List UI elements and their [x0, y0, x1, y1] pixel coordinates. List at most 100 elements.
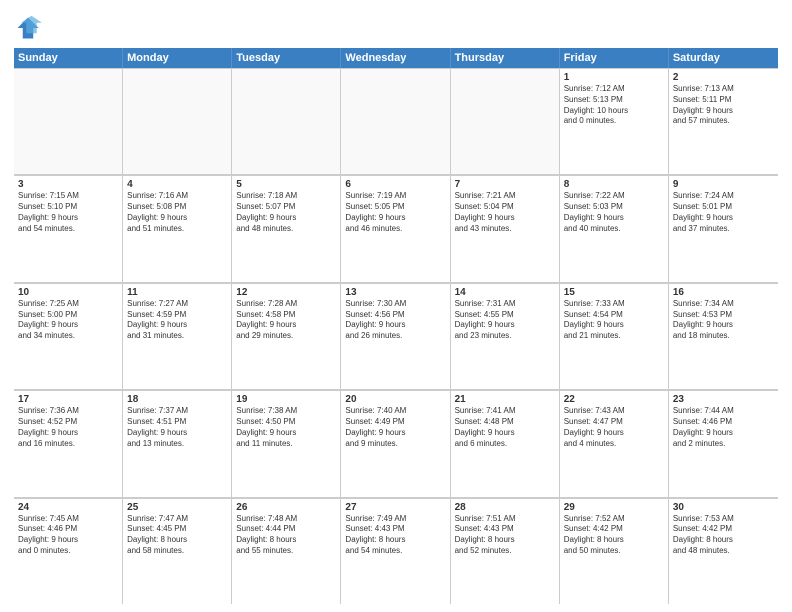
- calendar-cell: [232, 68, 341, 174]
- day-number: 5: [236, 179, 336, 190]
- cell-info: Sunrise: 7:53 AMSunset: 4:42 PMDaylight:…: [673, 514, 774, 557]
- day-number: 12: [236, 287, 336, 298]
- calendar-cell: 8Sunrise: 7:22 AMSunset: 5:03 PMDaylight…: [560, 175, 669, 281]
- calendar-cell: 9Sunrise: 7:24 AMSunset: 5:01 PMDaylight…: [669, 175, 778, 281]
- day-number: 11: [127, 287, 227, 298]
- day-number: 21: [455, 394, 555, 405]
- calendar-cell: 16Sunrise: 7:34 AMSunset: 4:53 PMDayligh…: [669, 283, 778, 389]
- day-number: 20: [345, 394, 445, 405]
- day-number: 3: [18, 179, 118, 190]
- cell-info: Sunrise: 7:34 AMSunset: 4:53 PMDaylight:…: [673, 299, 774, 342]
- day-number: 1: [564, 72, 664, 83]
- day-number: 13: [345, 287, 445, 298]
- day-number: 7: [455, 179, 555, 190]
- day-number: 30: [673, 502, 774, 513]
- day-number: 18: [127, 394, 227, 405]
- calendar-cell: [123, 68, 232, 174]
- calendar-cell: 11Sunrise: 7:27 AMSunset: 4:59 PMDayligh…: [123, 283, 232, 389]
- cell-info: Sunrise: 7:22 AMSunset: 5:03 PMDaylight:…: [564, 191, 664, 234]
- cell-info: Sunrise: 7:15 AMSunset: 5:10 PMDaylight:…: [18, 191, 118, 234]
- weekday-header-wednesday: Wednesday: [341, 48, 450, 68]
- cell-info: Sunrise: 7:48 AMSunset: 4:44 PMDaylight:…: [236, 514, 336, 557]
- cell-info: Sunrise: 7:24 AMSunset: 5:01 PMDaylight:…: [673, 191, 774, 234]
- cell-info: Sunrise: 7:37 AMSunset: 4:51 PMDaylight:…: [127, 406, 227, 449]
- cell-info: Sunrise: 7:44 AMSunset: 4:46 PMDaylight:…: [673, 406, 774, 449]
- calendar-cell: 4Sunrise: 7:16 AMSunset: 5:08 PMDaylight…: [123, 175, 232, 281]
- calendar-cell: [451, 68, 560, 174]
- calendar-row-1: 3Sunrise: 7:15 AMSunset: 5:10 PMDaylight…: [14, 175, 778, 282]
- cell-info: Sunrise: 7:28 AMSunset: 4:58 PMDaylight:…: [236, 299, 336, 342]
- day-number: 26: [236, 502, 336, 513]
- calendar-cell: 28Sunrise: 7:51 AMSunset: 4:43 PMDayligh…: [451, 498, 560, 604]
- calendar-cell: 17Sunrise: 7:36 AMSunset: 4:52 PMDayligh…: [14, 390, 123, 496]
- calendar-cell: 14Sunrise: 7:31 AMSunset: 4:55 PMDayligh…: [451, 283, 560, 389]
- day-number: 28: [455, 502, 555, 513]
- day-number: 2: [673, 72, 774, 83]
- calendar-cell: 30Sunrise: 7:53 AMSunset: 4:42 PMDayligh…: [669, 498, 778, 604]
- day-number: 14: [455, 287, 555, 298]
- cell-info: Sunrise: 7:25 AMSunset: 5:00 PMDaylight:…: [18, 299, 118, 342]
- calendar-cell: 27Sunrise: 7:49 AMSunset: 4:43 PMDayligh…: [341, 498, 450, 604]
- cell-info: Sunrise: 7:27 AMSunset: 4:59 PMDaylight:…: [127, 299, 227, 342]
- calendar-cell: 24Sunrise: 7:45 AMSunset: 4:46 PMDayligh…: [14, 498, 123, 604]
- calendar-cell: 22Sunrise: 7:43 AMSunset: 4:47 PMDayligh…: [560, 390, 669, 496]
- cell-info: Sunrise: 7:41 AMSunset: 4:48 PMDaylight:…: [455, 406, 555, 449]
- calendar-row-4: 24Sunrise: 7:45 AMSunset: 4:46 PMDayligh…: [14, 498, 778, 604]
- calendar-row-2: 10Sunrise: 7:25 AMSunset: 5:00 PMDayligh…: [14, 283, 778, 390]
- day-number: 24: [18, 502, 118, 513]
- day-number: 17: [18, 394, 118, 405]
- day-number: 19: [236, 394, 336, 405]
- cell-info: Sunrise: 7:16 AMSunset: 5:08 PMDaylight:…: [127, 191, 227, 234]
- calendar-cell: 10Sunrise: 7:25 AMSunset: 5:00 PMDayligh…: [14, 283, 123, 389]
- cell-info: Sunrise: 7:21 AMSunset: 5:04 PMDaylight:…: [455, 191, 555, 234]
- cell-info: Sunrise: 7:33 AMSunset: 4:54 PMDaylight:…: [564, 299, 664, 342]
- calendar-header: SundayMondayTuesdayWednesdayThursdayFrid…: [14, 48, 778, 68]
- cell-info: Sunrise: 7:12 AMSunset: 5:13 PMDaylight:…: [564, 84, 664, 127]
- cell-info: Sunrise: 7:45 AMSunset: 4:46 PMDaylight:…: [18, 514, 118, 557]
- logo: [14, 14, 44, 42]
- day-number: 22: [564, 394, 664, 405]
- cell-info: Sunrise: 7:18 AMSunset: 5:07 PMDaylight:…: [236, 191, 336, 234]
- calendar-cell: [14, 68, 123, 174]
- day-number: 4: [127, 179, 227, 190]
- calendar-body: 1Sunrise: 7:12 AMSunset: 5:13 PMDaylight…: [14, 68, 778, 604]
- cell-info: Sunrise: 7:51 AMSunset: 4:43 PMDaylight:…: [455, 514, 555, 557]
- calendar-cell: 23Sunrise: 7:44 AMSunset: 4:46 PMDayligh…: [669, 390, 778, 496]
- calendar-cell: 2Sunrise: 7:13 AMSunset: 5:11 PMDaylight…: [669, 68, 778, 174]
- day-number: 8: [564, 179, 664, 190]
- calendar-cell: 12Sunrise: 7:28 AMSunset: 4:58 PMDayligh…: [232, 283, 341, 389]
- day-number: 15: [564, 287, 664, 298]
- cell-info: Sunrise: 7:40 AMSunset: 4:49 PMDaylight:…: [345, 406, 445, 449]
- cell-info: Sunrise: 7:36 AMSunset: 4:52 PMDaylight:…: [18, 406, 118, 449]
- calendar-cell: 3Sunrise: 7:15 AMSunset: 5:10 PMDaylight…: [14, 175, 123, 281]
- weekday-header-saturday: Saturday: [669, 48, 778, 68]
- day-number: 16: [673, 287, 774, 298]
- page: SundayMondayTuesdayWednesdayThursdayFrid…: [0, 0, 792, 612]
- weekday-header-sunday: Sunday: [14, 48, 123, 68]
- weekday-header-tuesday: Tuesday: [232, 48, 341, 68]
- day-number: 6: [345, 179, 445, 190]
- cell-info: Sunrise: 7:47 AMSunset: 4:45 PMDaylight:…: [127, 514, 227, 557]
- calendar-cell: 20Sunrise: 7:40 AMSunset: 4:49 PMDayligh…: [341, 390, 450, 496]
- cell-info: Sunrise: 7:49 AMSunset: 4:43 PMDaylight:…: [345, 514, 445, 557]
- calendar-cell: 7Sunrise: 7:21 AMSunset: 5:04 PMDaylight…: [451, 175, 560, 281]
- cell-info: Sunrise: 7:43 AMSunset: 4:47 PMDaylight:…: [564, 406, 664, 449]
- calendar-cell: 26Sunrise: 7:48 AMSunset: 4:44 PMDayligh…: [232, 498, 341, 604]
- cell-info: Sunrise: 7:30 AMSunset: 4:56 PMDaylight:…: [345, 299, 445, 342]
- calendar-cell: 6Sunrise: 7:19 AMSunset: 5:05 PMDaylight…: [341, 175, 450, 281]
- calendar: SundayMondayTuesdayWednesdayThursdayFrid…: [14, 48, 778, 604]
- calendar-cell: 5Sunrise: 7:18 AMSunset: 5:07 PMDaylight…: [232, 175, 341, 281]
- day-number: 10: [18, 287, 118, 298]
- calendar-cell: 18Sunrise: 7:37 AMSunset: 4:51 PMDayligh…: [123, 390, 232, 496]
- calendar-cell: 19Sunrise: 7:38 AMSunset: 4:50 PMDayligh…: [232, 390, 341, 496]
- weekday-header-thursday: Thursday: [451, 48, 560, 68]
- calendar-cell: 15Sunrise: 7:33 AMSunset: 4:54 PMDayligh…: [560, 283, 669, 389]
- calendar-cell: 21Sunrise: 7:41 AMSunset: 4:48 PMDayligh…: [451, 390, 560, 496]
- day-number: 29: [564, 502, 664, 513]
- day-number: 23: [673, 394, 774, 405]
- cell-info: Sunrise: 7:19 AMSunset: 5:05 PMDaylight:…: [345, 191, 445, 234]
- day-number: 25: [127, 502, 227, 513]
- cell-info: Sunrise: 7:38 AMSunset: 4:50 PMDaylight:…: [236, 406, 336, 449]
- calendar-cell: [341, 68, 450, 174]
- calendar-row-0: 1Sunrise: 7:12 AMSunset: 5:13 PMDaylight…: [14, 68, 778, 175]
